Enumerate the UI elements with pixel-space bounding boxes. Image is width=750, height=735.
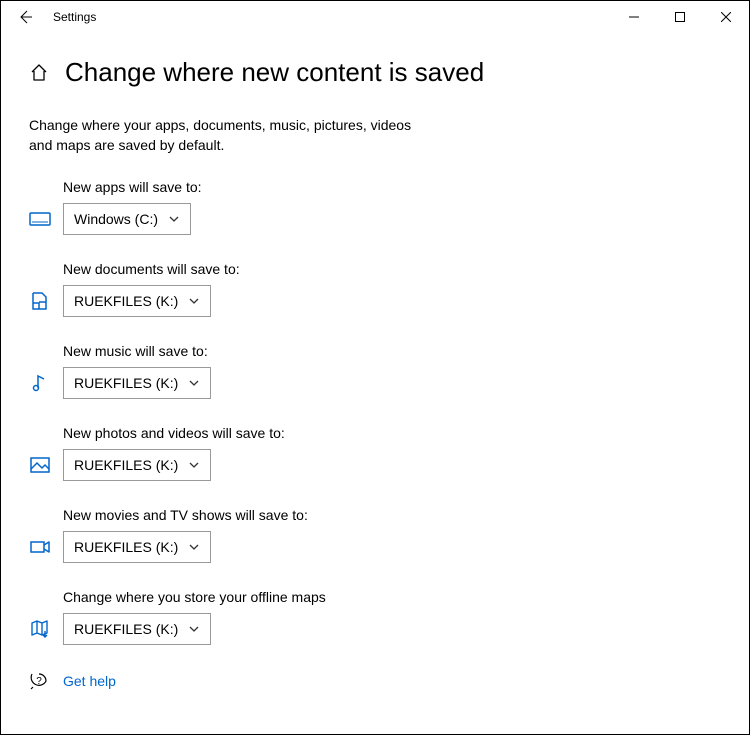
music-dropdown[interactable]: RUEKFILES (K:) xyxy=(63,367,211,399)
home-icon[interactable] xyxy=(29,63,49,83)
setting-docs: New documents will save to: RUEKFILES (K… xyxy=(29,261,721,317)
maximize-button[interactable] xyxy=(657,1,703,33)
setting-apps-label: New apps will save to: xyxy=(63,179,721,195)
help-icon: ? xyxy=(29,671,49,691)
setting-music: New music will save to: RUEKFILES (K:) xyxy=(29,343,721,399)
minimize-icon xyxy=(629,12,639,22)
get-help-link[interactable]: Get help xyxy=(63,673,116,689)
docs-dropdown[interactable]: RUEKFILES (K:) xyxy=(63,285,211,317)
page-title: Change where new content is saved xyxy=(65,57,484,88)
help-row: ? Get help xyxy=(29,671,721,691)
back-arrow-icon xyxy=(17,9,33,25)
close-icon xyxy=(721,12,731,22)
page-header: Change where new content is saved xyxy=(29,57,721,88)
window-controls xyxy=(611,1,749,33)
photos-icon xyxy=(29,454,51,476)
chevron-down-icon xyxy=(188,623,200,635)
chevron-down-icon xyxy=(188,377,200,389)
setting-movies: New movies and TV shows will save to: RU… xyxy=(29,507,721,563)
setting-photos: New photos and videos will save to: RUEK… xyxy=(29,425,721,481)
apps-dropdown-value: Windows (C:) xyxy=(74,211,158,227)
setting-maps: Change where you store your offline maps… xyxy=(29,589,721,645)
window-title: Settings xyxy=(53,10,96,24)
setting-maps-label: Change where you store your offline maps xyxy=(63,589,721,605)
setting-music-label: New music will save to: xyxy=(63,343,721,359)
maximize-icon xyxy=(675,12,685,22)
chevron-down-icon xyxy=(188,459,200,471)
apps-icon xyxy=(29,208,51,230)
minimize-button[interactable] xyxy=(611,1,657,33)
maps-dropdown[interactable]: RUEKFILES (K:) xyxy=(63,613,211,645)
music-icon xyxy=(29,372,51,394)
page-intro: Change where your apps, documents, music… xyxy=(29,116,429,155)
titlebar: Settings xyxy=(1,1,749,33)
back-button[interactable] xyxy=(9,1,41,33)
content-area: Change where new content is saved Change… xyxy=(1,33,749,691)
setting-photos-label: New photos and videos will save to: xyxy=(63,425,721,441)
setting-apps: New apps will save to: Windows (C:) xyxy=(29,179,721,235)
chevron-down-icon xyxy=(188,541,200,553)
movies-icon xyxy=(29,536,51,558)
setting-movies-label: New movies and TV shows will save to: xyxy=(63,507,721,523)
maps-icon xyxy=(29,618,51,640)
svg-text:?: ? xyxy=(36,676,42,687)
documents-icon xyxy=(29,290,51,312)
docs-dropdown-value: RUEKFILES (K:) xyxy=(74,293,178,309)
close-button[interactable] xyxy=(703,1,749,33)
photos-dropdown[interactable]: RUEKFILES (K:) xyxy=(63,449,211,481)
setting-docs-label: New documents will save to: xyxy=(63,261,721,277)
music-dropdown-value: RUEKFILES (K:) xyxy=(74,375,178,391)
maps-dropdown-value: RUEKFILES (K:) xyxy=(74,621,178,637)
movies-dropdown[interactable]: RUEKFILES (K:) xyxy=(63,531,211,563)
movies-dropdown-value: RUEKFILES (K:) xyxy=(74,539,178,555)
chevron-down-icon xyxy=(168,213,180,225)
apps-dropdown[interactable]: Windows (C:) xyxy=(63,203,191,235)
photos-dropdown-value: RUEKFILES (K:) xyxy=(74,457,178,473)
chevron-down-icon xyxy=(188,295,200,307)
